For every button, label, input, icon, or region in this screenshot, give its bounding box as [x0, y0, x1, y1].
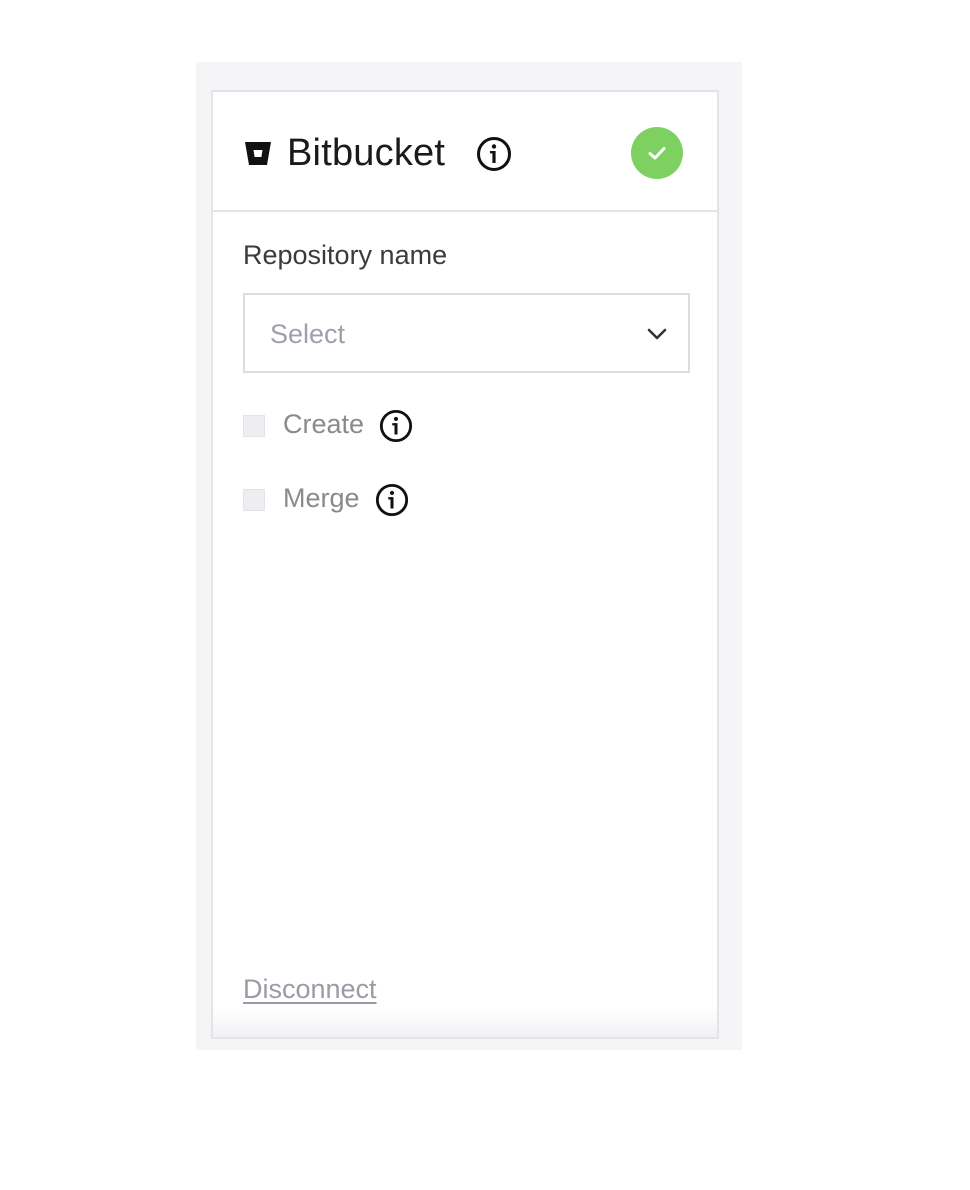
info-icon[interactable]	[375, 483, 409, 517]
chevron-down-icon	[647, 328, 667, 340]
merge-checkbox[interactable]	[243, 489, 265, 511]
connected-status-badge	[631, 127, 683, 179]
create-option: Create	[243, 406, 543, 446]
create-label: Create	[283, 409, 365, 439]
repository-select[interactable]: Select	[243, 293, 690, 373]
check-icon	[648, 147, 666, 160]
info-icon[interactable]	[379, 409, 413, 443]
repository-name-label: Repository name	[243, 240, 448, 270]
merge-option: Merge	[243, 480, 543, 520]
bitbucket-integration-card: Bitbucket Repository name Select Create	[211, 90, 719, 1039]
integration-title: Bitbucket	[287, 132, 446, 174]
merge-label: Merge	[283, 483, 360, 513]
create-checkbox[interactable]	[243, 415, 265, 437]
card-bottom-shade	[213, 1007, 717, 1037]
info-icon[interactable]	[476, 136, 512, 172]
disconnect-link[interactable]: Disconnect	[243, 972, 377, 1006]
bitbucket-logo-icon	[245, 142, 271, 165]
card-header: Bitbucket	[213, 92, 717, 212]
repository-select-value: Select	[270, 319, 346, 349]
